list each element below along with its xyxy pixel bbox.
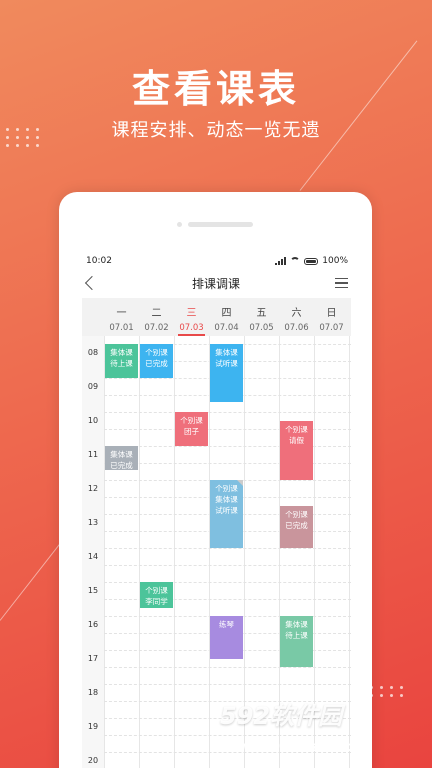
page-title: 排课调课	[191, 276, 240, 291]
course-block[interactable]: 集体课 已完成	[105, 446, 138, 470]
day-header[interactable]: 四 07.04	[209, 298, 244, 336]
column-divider	[104, 336, 105, 768]
grid-line	[104, 446, 351, 447]
hour-label: 10	[87, 416, 99, 425]
hour-label: 11	[87, 450, 99, 459]
course-text: 个别课	[285, 509, 308, 519]
hour-label: 17	[87, 654, 99, 663]
hour-label: 19	[87, 722, 99, 731]
back-arrow-icon[interactable]	[84, 275, 100, 291]
course-text: 试听课	[215, 506, 238, 515]
hour-label: 15	[87, 586, 99, 595]
course-text: 请假	[289, 435, 304, 445]
status-time: 10:02	[86, 256, 112, 266]
course-block[interactable]: 个别课 已完成	[140, 344, 173, 378]
phone-speaker	[177, 222, 253, 227]
course-text: 已完成	[285, 520, 308, 530]
day-name: 四	[221, 308, 232, 319]
course-text: 集体课	[110, 450, 133, 459]
course-text: 练琴	[219, 620, 234, 629]
grid-line	[104, 412, 351, 413]
course-text: 个别课	[145, 586, 168, 595]
course-block[interactable]: 个别课 团子	[175, 412, 208, 446]
hour-label: 16	[87, 620, 99, 629]
day-date: 07.06	[284, 323, 309, 333]
grid-line	[104, 548, 351, 549]
course-text: 试听课	[215, 359, 238, 368]
course-text: 待上课	[285, 631, 308, 640]
course-text: 待上课	[110, 359, 133, 368]
column-divider	[174, 336, 175, 768]
course-text: 集体课	[285, 620, 308, 629]
course-text: 个别课	[180, 416, 203, 425]
grid-line	[104, 684, 351, 685]
battery-level: 100%	[322, 256, 348, 266]
course-block[interactable]: 集体课 待上课	[280, 616, 313, 667]
grid-line	[104, 667, 351, 668]
phone-mockup: 10:02 100% 排课调课 一 07.01 二 07.02 三 07.03 四 07.04…	[59, 192, 372, 768]
watermark-url: www.592xiazai.com	[222, 740, 367, 755]
wifi-icon	[290, 257, 301, 265]
day-name: 六	[291, 308, 302, 319]
course-text: 团子	[184, 427, 199, 436]
corner-marker	[237, 480, 243, 486]
status-bar: 10:02 100%	[86, 254, 348, 268]
day-name: 二	[151, 308, 162, 319]
watermark-logo: 592软件园	[220, 702, 343, 730]
day-date: 07.03	[179, 323, 204, 333]
grid-line	[104, 429, 351, 430]
day-date: 07.01	[109, 323, 134, 333]
decorative-dots	[370, 686, 405, 697]
day-date: 07.04	[214, 323, 239, 333]
course-text: 李同学	[145, 597, 168, 606]
day-header[interactable]: 一 07.01	[104, 298, 139, 336]
day-date: 07.05	[249, 323, 274, 333]
course-text: 已完成	[110, 461, 133, 470]
day-date: 07.07	[319, 323, 344, 333]
course-block[interactable]: 个别课 已完成	[280, 505, 313, 548]
nav-bar: 排课调课	[83, 272, 348, 294]
hour-label: 08	[87, 348, 99, 357]
day-name: 三	[186, 308, 197, 319]
day-name: 五	[256, 308, 267, 319]
hour-label: 13	[87, 518, 99, 527]
course-text: 集体课	[215, 495, 238, 504]
course-text: 已完成	[145, 359, 168, 368]
course-text: 个别课	[145, 348, 168, 357]
course-text: 个别课	[285, 424, 308, 434]
hour-label: 09	[87, 382, 99, 391]
day-header[interactable]: 日 07.07	[314, 298, 349, 336]
day-header[interactable]: 六 07.06	[279, 298, 314, 336]
day-header[interactable]: 五 07.05	[244, 298, 279, 336]
course-block[interactable]: 集体课 待上课	[105, 344, 138, 378]
hour-label: 12	[87, 484, 99, 493]
day-header[interactable]: 二 07.02	[139, 298, 174, 336]
battery-icon	[304, 257, 319, 265]
day-name: 日	[326, 308, 337, 319]
course-block[interactable]: 个别课 请假	[280, 420, 313, 480]
course-block[interactable]: 练琴	[210, 616, 243, 659]
hero-subtitle: 课程安排、动态一览无遗	[111, 120, 321, 141]
course-text: 集体课	[110, 348, 133, 357]
course-text: 集体课	[215, 348, 238, 357]
day-header[interactable]: 三 07.03	[174, 298, 209, 336]
signal-icon	[275, 257, 287, 265]
grid-line	[104, 463, 351, 464]
day-date: 07.02	[144, 323, 169, 333]
hour-label: 14	[87, 552, 99, 561]
grid-line	[104, 735, 351, 736]
column-divider	[349, 336, 350, 768]
column-divider	[139, 336, 140, 768]
hour-label: 20	[87, 756, 99, 765]
course-block[interactable]: 个别课 集体课 试听课	[210, 480, 243, 548]
today-indicator	[178, 334, 205, 336]
grid-line	[104, 565, 351, 566]
hero-title: 查看课表	[131, 67, 300, 111]
course-block[interactable]: 个别课 李同学	[140, 582, 173, 608]
menu-icon[interactable]	[334, 277, 348, 289]
hour-label: 18	[87, 688, 99, 697]
day-name: 一	[116, 308, 127, 319]
course-block[interactable]: 集体课 试听课	[210, 344, 243, 402]
